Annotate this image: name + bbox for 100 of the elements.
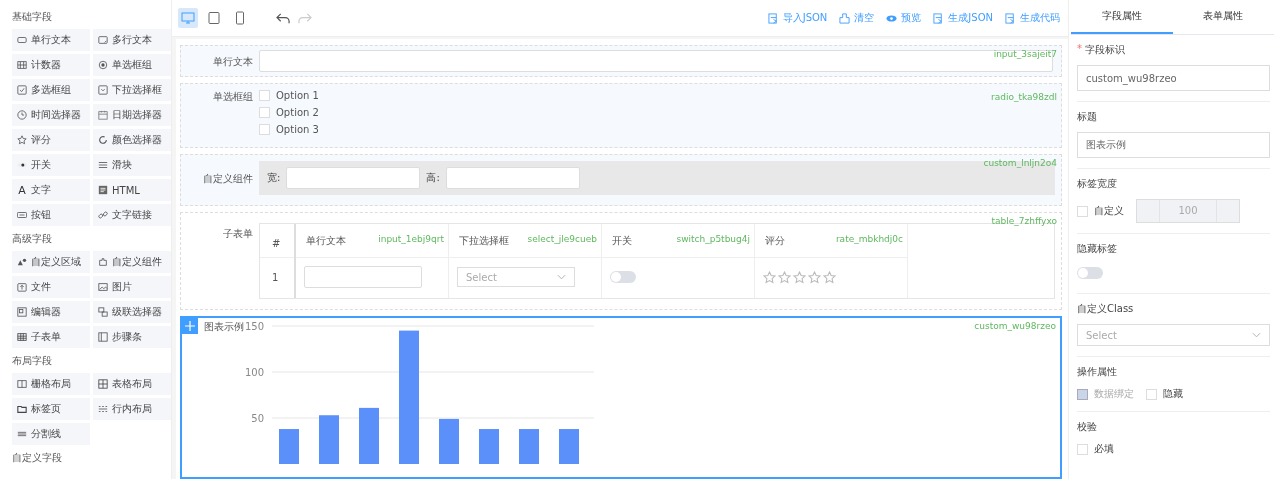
column-header: 下拉选择框 xyxy=(459,234,509,248)
section-title: 自定义字段 xyxy=(12,451,63,465)
component-item[interactable]: 自定义区域 xyxy=(12,251,90,273)
panel-tab[interactable]: 表单属性 xyxy=(1172,0,1274,34)
columns-icon xyxy=(17,379,27,389)
toggle-switch[interactable] xyxy=(610,271,636,283)
table-column[interactable]: 下拉选择框 select_jle9cueb Select xyxy=(449,224,602,298)
document-icon xyxy=(767,12,779,24)
chart-bar xyxy=(559,429,579,464)
undo-icon[interactable] xyxy=(276,11,291,25)
column-header: 单行文本 xyxy=(306,234,346,248)
component-item[interactable]: 多行文本 xyxy=(93,29,171,51)
section-title: 布局字段 xyxy=(12,354,53,368)
field-id-tag: radio_tka98zdl xyxy=(991,92,1057,102)
component-item[interactable]: 时间选择器 xyxy=(12,104,90,126)
component-item[interactable]: 子表单 xyxy=(12,326,90,348)
field-id-input[interactable]: custom_wu98rzeo xyxy=(1077,65,1270,91)
panel-tab[interactable]: 字段属性 xyxy=(1071,0,1173,34)
star-icon[interactable] xyxy=(778,270,791,284)
radio-option[interactable]: Option 3 xyxy=(259,124,319,135)
form-widget[interactable]: 自定义组件 custom_lnljn2o4 宽: 高: xyxy=(180,154,1062,206)
option-checkbox[interactable]: 隐藏 xyxy=(1146,387,1183,401)
document-icon xyxy=(933,12,945,24)
chevron-down-icon xyxy=(557,274,566,280)
component-item[interactable]: 自定义组件 xyxy=(93,251,171,273)
table-column[interactable]: 评分 rate_mbkhdj0c xyxy=(755,224,908,298)
component-item[interactable]: 分割线 xyxy=(12,423,90,445)
form-widget[interactable]: 子表单 table_7zhffyxo # 1 单行文本 input_1ebj9qrt 下拉选择框 select_jle9cueb Select 开关 switch_p5tbug4j 评分 rate_mbkhdj0c xyxy=(180,212,1062,310)
field-id-tag: table_7zhffyxo xyxy=(991,216,1057,226)
link-icon xyxy=(98,210,108,220)
dropdown-icon xyxy=(98,85,108,95)
toggle-switch[interactable] xyxy=(1077,267,1103,279)
radio-box[interactable] xyxy=(259,124,270,135)
radio-box[interactable] xyxy=(259,107,270,118)
component-item[interactable]: 按钮 xyxy=(12,204,90,226)
component-item[interactable]: 编辑器 xyxy=(12,301,90,323)
component-item[interactable]: 颜色选择器 xyxy=(93,129,171,151)
component-item[interactable]: 开关 xyxy=(12,154,90,176)
star-icon[interactable] xyxy=(763,270,776,284)
document-icon xyxy=(98,185,108,195)
component-item[interactable]: 行内布局 xyxy=(93,398,171,420)
chart-bar xyxy=(519,429,539,464)
component-item[interactable]: 滑块 xyxy=(93,154,171,176)
table-column[interactable]: 单行文本 input_1ebj9qrt xyxy=(296,224,449,298)
component-item[interactable]: 栅格布局 xyxy=(12,373,90,395)
section-title: 高级字段 xyxy=(12,232,53,246)
required-checkbox[interactable]: 必填 xyxy=(1077,442,1270,456)
component-item[interactable]: 评分 xyxy=(12,129,90,151)
height-input[interactable] xyxy=(445,167,580,189)
grid-icon xyxy=(17,332,27,342)
input-icon xyxy=(17,35,27,45)
radio-box[interactable] xyxy=(259,90,270,101)
star-icon[interactable] xyxy=(793,270,806,284)
phone-icon xyxy=(233,11,247,25)
component-item[interactable]: 步骤条 xyxy=(93,326,171,348)
title-input[interactable]: 图表示例 xyxy=(1077,132,1270,158)
field-label: 子表单 xyxy=(222,227,253,241)
component-item[interactable]: 文字链接 xyxy=(93,204,171,226)
radio-option[interactable]: Option 1 xyxy=(259,90,319,101)
property-label: 标题 xyxy=(1077,110,1098,124)
component-item[interactable]: 文件 xyxy=(12,276,90,298)
component-item[interactable]: A 文字 xyxy=(12,179,90,201)
table-column[interactable]: 开关 switch_p5tbug4j xyxy=(602,224,755,298)
component-item[interactable]: 图片 xyxy=(93,276,171,298)
component-item[interactable]: 单行文本 xyxy=(12,29,90,51)
editor-icon xyxy=(17,307,27,317)
chart-widget[interactable]: 图表示例 custom_wu98rzeo 50 100 150 xyxy=(180,316,1062,479)
star-icon[interactable] xyxy=(823,270,836,284)
checkbox-icon xyxy=(17,85,27,95)
property-label: 操作属性 xyxy=(1077,365,1118,379)
desktop-button[interactable] xyxy=(178,8,198,28)
chart-bar xyxy=(359,407,379,464)
component-item[interactable]: 计数器 xyxy=(12,54,90,76)
axis-tick-label: 100 xyxy=(244,367,264,378)
component-item[interactable]: 标签页 xyxy=(12,398,90,420)
chart-bar xyxy=(279,429,299,464)
form-widget[interactable]: 单选框组 Option 1 radio_tka98zdl Option 2 Option 3 xyxy=(180,83,1062,148)
row-number: 1 xyxy=(271,270,280,285)
column-header: 评分 xyxy=(765,234,785,248)
required-mark: * xyxy=(1077,43,1082,54)
component-item[interactable]: HTML xyxy=(93,179,171,201)
tablet-icon xyxy=(207,11,221,25)
text-input[interactable] xyxy=(304,266,422,288)
component-item[interactable]: 表格布局 xyxy=(93,373,171,395)
component-item[interactable]: 多选框组 xyxy=(12,79,90,101)
form-widget[interactable]: 单行文本 input_3sajeit7 xyxy=(180,45,1062,77)
monitor-icon xyxy=(181,11,195,25)
star-icon[interactable] xyxy=(808,270,821,284)
axis-tick-label: 50 xyxy=(251,413,264,424)
folder-icon xyxy=(17,404,27,414)
component-item[interactable]: 日期选择器 xyxy=(93,104,171,126)
component-item[interactable]: 级联选择器 xyxy=(93,301,171,323)
radio-option[interactable]: Option 2 xyxy=(259,107,319,118)
image-icon xyxy=(98,282,108,292)
component-item[interactable]: 下拉选择框 xyxy=(93,79,171,101)
width-input[interactable] xyxy=(286,167,421,189)
component-item[interactable]: 单选框组 xyxy=(93,54,171,76)
file-icon xyxy=(17,282,27,292)
move-handle-icon[interactable] xyxy=(182,318,198,334)
column-header: 开关 xyxy=(612,234,632,248)
